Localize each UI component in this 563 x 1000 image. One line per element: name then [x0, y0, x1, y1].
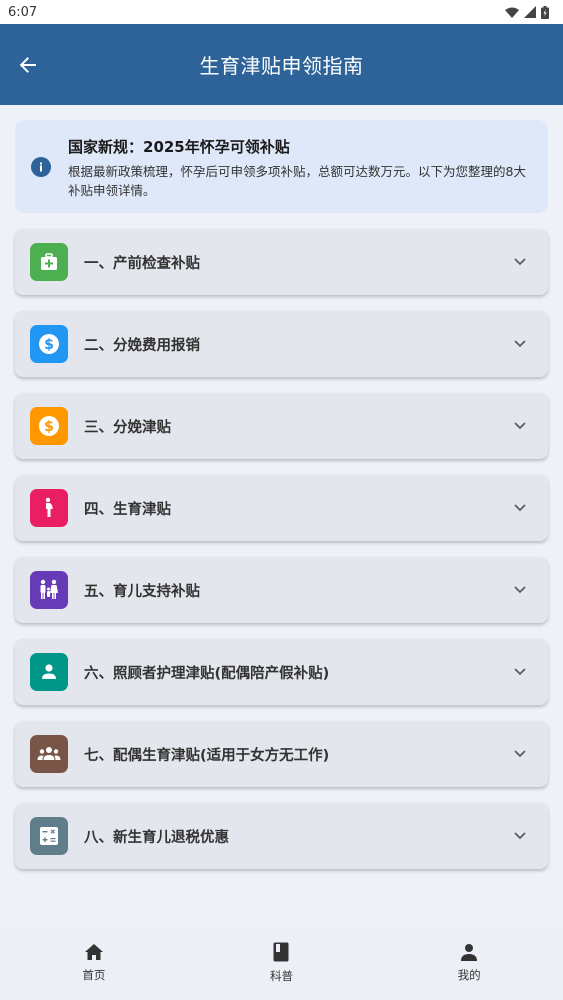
signal-icon — [524, 6, 536, 18]
chevron-down-icon — [512, 746, 528, 762]
nav-profile-label: 我的 — [457, 968, 481, 982]
home-icon — [84, 944, 103, 960]
subsidy-item-label: 八、新生育儿退税优惠 — [84, 829, 229, 846]
nav-science-label: 科普 — [269, 969, 293, 983]
chevron-down-icon — [512, 582, 528, 598]
nav-profile[interactable]: 我的 — [409, 943, 529, 983]
person-icon — [30, 653, 68, 691]
family-icon — [30, 571, 68, 609]
pregnant-woman-icon — [30, 489, 68, 527]
svg-text:$: $ — [44, 337, 54, 353]
dollar-circle-icon: $ — [30, 407, 68, 445]
chevron-down-icon — [512, 828, 528, 844]
book-icon — [273, 942, 289, 962]
medical-bag-icon — [30, 243, 68, 281]
subsidy-item-tax-rebate[interactable]: 八、新生育儿退税优惠 — [15, 803, 548, 869]
chevron-down-icon — [512, 500, 528, 516]
subsidy-item-maternity[interactable]: 四、生育津贴 — [15, 475, 548, 541]
subsidy-item-label: 四、生育津贴 — [84, 501, 171, 518]
subsidy-item-childcare[interactable]: 五、育儿支持补贴 — [15, 557, 548, 623]
subsidy-item-label: 一、产前检查补贴 — [84, 255, 200, 272]
subsidy-item-spouse[interactable]: 七、配偶生育津贴(适用于女方无工作) — [15, 721, 548, 787]
back-button[interactable] — [14, 51, 42, 79]
dollar-circle-icon: $ — [30, 325, 68, 363]
wifi-icon — [505, 7, 519, 18]
bottom-nav: 首页 科普 我的 — [0, 926, 563, 1000]
main-content: 国家新规：2025年怀孕可领补贴 根据最新政策梳理，怀孕后可申领多项补贴，总额可… — [15, 120, 548, 869]
group-icon — [30, 735, 68, 773]
calculator-icon — [30, 817, 68, 855]
arrow-back-icon — [19, 56, 36, 73]
chevron-down-icon — [512, 418, 528, 434]
status-bar: 6:07 — [0, 0, 563, 24]
notice-card: 国家新规：2025年怀孕可领补贴 根据最新政策梳理，怀孕后可申领多项补贴，总额可… — [15, 120, 548, 213]
chevron-down-icon — [512, 254, 528, 270]
battery-icon — [541, 5, 549, 19]
notice-title: 国家新规：2025年怀孕可领补贴 — [68, 138, 290, 156]
chevron-down-icon — [512, 664, 528, 680]
nav-home[interactable]: 首页 — [34, 943, 154, 983]
info-icon — [31, 157, 51, 177]
page-title: 生育津贴申领指南 — [199, 54, 364, 78]
subsidy-item-prenatal[interactable]: 一、产前检查补贴 — [15, 229, 548, 295]
subsidy-item-caregiver[interactable]: 六、照顾者护理津贴(配偶陪产假补贴) — [15, 639, 548, 705]
nav-science[interactable]: 科普 — [221, 942, 341, 984]
subsidy-item-delivery-reimbursement[interactable]: $ 二、分娩费用报销 — [15, 311, 548, 377]
app-bar: 生育津贴申领指南 — [0, 24, 563, 105]
subsidy-item-delivery-allowance[interactable]: $ 三、分娩津贴 — [15, 393, 548, 459]
svg-text:$: $ — [44, 419, 54, 435]
person-icon — [461, 944, 478, 961]
subsidy-item-label: 三、分娩津贴 — [84, 419, 171, 436]
nav-home-label: 首页 — [82, 968, 106, 982]
subsidy-item-label: 二、分娩费用报销 — [84, 337, 200, 354]
subsidy-item-label: 六、照顾者护理津贴(配偶陪产假补贴) — [84, 665, 330, 682]
notice-body: 根据最新政策梳理，怀孕后可申领多项补贴，总额可达数万元。以下为您整理的8大补贴申… — [68, 164, 526, 198]
chevron-down-icon — [512, 336, 528, 352]
subsidy-item-label: 五、育儿支持补贴 — [84, 583, 200, 600]
status-icons — [505, 5, 549, 19]
status-time: 6:07 — [8, 4, 38, 20]
subsidy-item-label: 七、配偶生育津贴(适用于女方无工作) — [84, 747, 330, 764]
